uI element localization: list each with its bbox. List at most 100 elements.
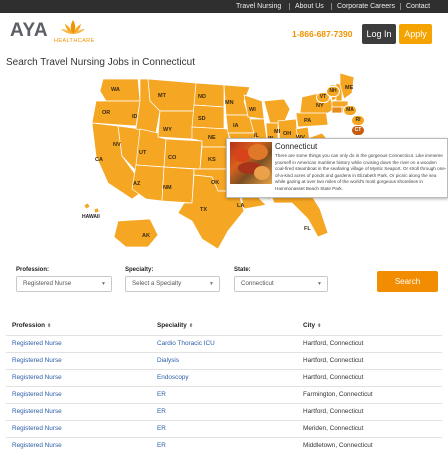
state-label: TX (200, 207, 207, 213)
city-text: Middletown, Connecticut (303, 442, 373, 449)
state-co[interactable] (163, 138, 203, 170)
table-row: Registered Nurse Dialysis Hartford, Conn… (6, 352, 442, 369)
state-fl[interactable] (271, 192, 329, 238)
state-label: ID (132, 114, 138, 120)
top-navigation-bar: Travel Nursing About Us Corporate Career… (0, 0, 448, 13)
speciality-link[interactable]: ER (157, 391, 166, 398)
profession-label: Profession: (16, 267, 50, 273)
table-row: Registered Nurse ER Hartford, Connecticu… (6, 403, 442, 420)
state-ak[interactable] (113, 218, 159, 248)
speciality-link[interactable]: Cardio Thoracic ICU (157, 340, 215, 347)
state-label: WY (163, 127, 172, 133)
nav-divider (331, 3, 332, 10)
nav-link-travel-nursing[interactable]: Travel Nursing (236, 0, 281, 13)
speciality-link[interactable]: ER (157, 408, 166, 415)
state-label: NE (208, 135, 216, 141)
popup-description: There are some things you can only do in… (275, 153, 447, 191)
profession-link[interactable]: Registered Nurse (12, 442, 62, 449)
state-label: OH (283, 131, 291, 137)
state-label: NY (316, 103, 324, 109)
specialty-select[interactable]: Select a Specialty ▼ (125, 276, 220, 292)
table-row: Registered Nurse ER Farmington, Connecti… (6, 386, 442, 403)
nav-link-corporate-careers[interactable]: Corporate Careers (337, 0, 395, 13)
logo-wordmark: AYA (10, 20, 49, 41)
state-label: SD (198, 116, 206, 122)
nav-divider (400, 3, 401, 10)
state-mi[interactable] (263, 98, 291, 124)
state-label: OR (102, 110, 110, 116)
profession-link[interactable]: Registered Nurse (12, 374, 62, 381)
jobs-table-header: Profession ⬍ Speciality ⬍ City ⬍ (0, 322, 448, 336)
state-select-value: Connecticut (241, 280, 274, 287)
state-label: AK (142, 233, 150, 239)
state-label: CO (168, 155, 177, 161)
state-pa[interactable] (295, 110, 329, 128)
speciality-link[interactable]: ER (157, 425, 166, 432)
profession-link[interactable]: Registered Nurse (12, 408, 62, 415)
profession-select[interactable]: Registered Nurse ▼ (16, 276, 112, 292)
table-row: Registered Nurse Endoscopy Hartford, Con… (6, 369, 442, 386)
profession-link[interactable]: Registered Nurse (12, 357, 62, 364)
login-button[interactable]: Log In (362, 24, 396, 44)
state-wa[interactable] (99, 78, 141, 102)
city-text: Hartford, Connecticut (303, 357, 364, 364)
nav-link-about-us[interactable]: About Us (295, 0, 324, 13)
nav-link-contact[interactable]: Contact (406, 0, 430, 13)
profession-select-value: Registered Nurse (23, 280, 72, 287)
chevron-down-icon: ▼ (209, 281, 214, 287)
profession-link[interactable]: Registered Nurse (12, 391, 62, 398)
city-text: Farmington, Connecticut (303, 391, 373, 398)
sort-icon: ⬍ (47, 323, 52, 329)
speciality-link[interactable]: ER (157, 442, 166, 449)
state-label: MI (274, 129, 281, 135)
table-row: Registered Nurse ER Middletown, Connecti… (6, 437, 442, 454)
state-hi-island[interactable] (93, 207, 100, 214)
state-label: AZ (133, 181, 141, 187)
column-header-profession[interactable]: Profession ⬍ (12, 322, 51, 329)
table-row: Registered Nurse Cardio Thoracic ICU Har… (6, 335, 442, 352)
column-header-city[interactable]: City ⬍ (303, 322, 321, 329)
state-label: FL (304, 226, 311, 232)
state-label: MT (158, 93, 167, 99)
city-text: Hartford, Connecticut (303, 340, 364, 347)
state-bubble-nh[interactable]: NH (326, 86, 340, 97)
column-header-speciality[interactable]: Speciality ⬍ (157, 322, 193, 329)
state-label: NM (163, 185, 172, 191)
state-wy[interactable] (157, 110, 195, 140)
state-label: NV (113, 142, 121, 148)
phone-number[interactable]: 1-866-687-7390 (292, 29, 353, 39)
sort-icon: ⬍ (188, 323, 194, 329)
chevron-down-icon: ▼ (101, 281, 106, 287)
chevron-down-icon: ▼ (317, 281, 322, 287)
state-select[interactable]: Connecticut ▼ (234, 276, 328, 292)
state-photo (230, 142, 272, 184)
city-text: Hartford, Connecticut (303, 408, 364, 415)
apply-button[interactable]: Apply (399, 24, 432, 44)
speciality-link[interactable]: Dialysis (157, 357, 179, 364)
logo-subtitle: HEALTHCARE (54, 38, 95, 44)
state-label: CA (95, 157, 103, 163)
profession-link[interactable]: Registered Nurse (12, 425, 62, 432)
state-label: State: (234, 267, 251, 273)
speciality-link[interactable]: Endoscopy (157, 374, 189, 381)
state-label: ME (345, 85, 354, 91)
state-ct[interactable] (331, 106, 343, 114)
state-label: MN (225, 100, 234, 106)
city-text: Hartford, Connecticut (303, 374, 364, 381)
state-label: PA (304, 118, 311, 124)
state-bubble-ct[interactable]: CT (351, 125, 365, 136)
search-button[interactable]: Search (377, 271, 438, 292)
state-sd[interactable] (191, 104, 225, 130)
profession-link[interactable]: Registered Nurse (12, 340, 62, 347)
popup-title: Connecticut (275, 142, 318, 151)
state-label: UT (139, 150, 147, 156)
state-hi[interactable] (83, 202, 91, 210)
state-info-popup: Connecticut There are some things you ca… (226, 138, 448, 198)
state-ia[interactable] (225, 114, 255, 134)
specialty-label: Specialty: (125, 267, 154, 273)
state-label: WI (249, 107, 256, 113)
state-mt[interactable] (147, 78, 197, 112)
lotus-flower-icon (61, 20, 85, 34)
state-label: ND (198, 94, 206, 100)
aya-healthcare-logo[interactable]: AYA HEALTHCARE (10, 18, 94, 44)
